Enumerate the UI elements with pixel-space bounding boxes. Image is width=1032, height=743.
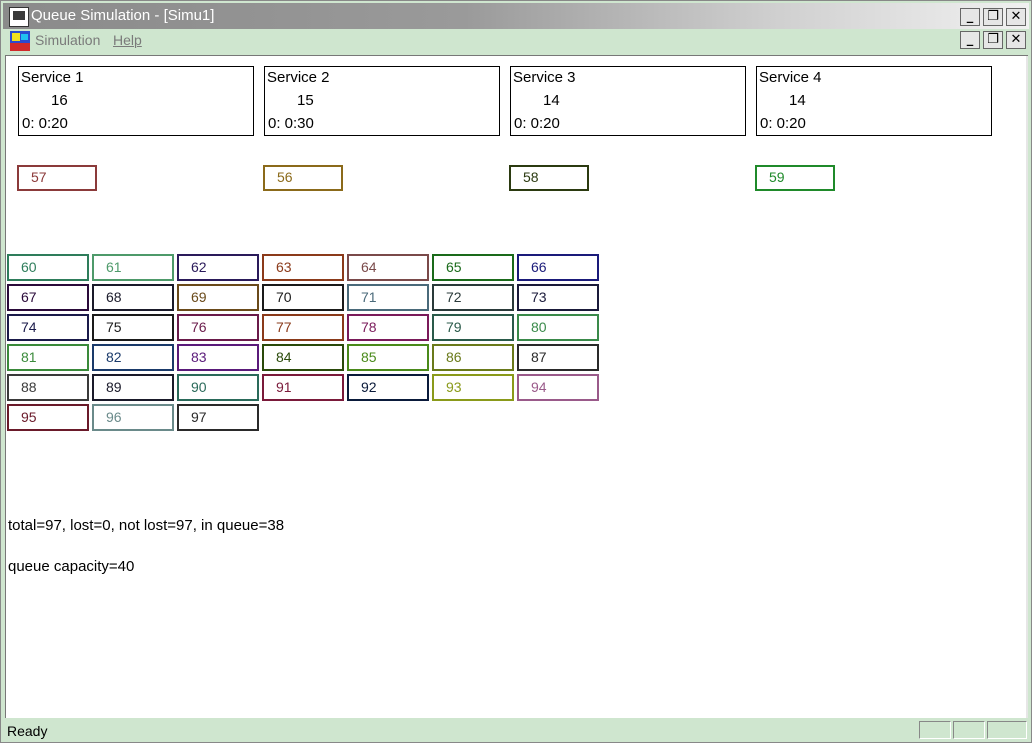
queue-customer: 69 (177, 284, 259, 311)
queue-customer: 86 (432, 344, 514, 371)
queue-customer: 73 (517, 284, 599, 311)
queue-customer: 70 (262, 284, 344, 311)
queue-customer: 76 (177, 314, 259, 341)
queue-customer: 67 (7, 284, 89, 311)
queue-customer: 60 (7, 254, 89, 281)
close-button[interactable]: ✕ (1006, 8, 1026, 26)
title-bar[interactable]: Queue Simulation - [Simu1] _ ❐ ✕ (3, 3, 1029, 29)
queue-customer: 74 (7, 314, 89, 341)
queue-customer: 93 (432, 374, 514, 401)
queue-customer: 62 (177, 254, 259, 281)
queue-customer: 92 (347, 374, 429, 401)
queue-customer: 96 (92, 404, 174, 431)
doc-close-button[interactable]: ✕ (1006, 31, 1026, 49)
service-box-1: Service 1 16 0: 0:20 (18, 66, 254, 136)
queue-customer: 87 (517, 344, 599, 371)
queue-customer: 80 (517, 314, 599, 341)
service-box-4: Service 4 14 0: 0:20 (756, 66, 992, 136)
service-name: Service 4 (759, 69, 822, 86)
status-pane-1 (919, 721, 951, 739)
service-box-3: Service 3 14 0: 0:20 (510, 66, 746, 136)
queue-customer: 95 (7, 404, 89, 431)
serving-customer-4: 59 (755, 165, 835, 191)
minimize-button[interactable]: _ (960, 8, 980, 26)
main-window: Queue Simulation - [Simu1] _ ❐ ✕ Simulat… (0, 0, 1032, 743)
queue-customer: 83 (177, 344, 259, 371)
queue-customer: 61 (92, 254, 174, 281)
service-box-2: Service 2 15 0: 0:30 (264, 66, 500, 136)
app-icon[interactable] (9, 7, 29, 27)
queue-customer: 90 (177, 374, 259, 401)
queue-customer: 88 (7, 374, 89, 401)
service-name: Service 3 (513, 69, 576, 86)
queue-customer: 89 (92, 374, 174, 401)
status-pane-3 (987, 721, 1027, 739)
queue-customer: 66 (517, 254, 599, 281)
stats-summary: total=97, lost=0, not lost=97, in queue=… (8, 517, 285, 534)
serving-customer-3: 58 (509, 165, 589, 191)
service-count: 15 (297, 92, 314, 109)
service-name: Service 1 (21, 69, 84, 86)
queue-customer: 94 (517, 374, 599, 401)
serving-customer-2: 56 (263, 165, 343, 191)
queue-customer: 77 (262, 314, 344, 341)
service-name: Service 2 (267, 69, 330, 86)
doc-restore-button[interactable]: ❐ (983, 31, 1003, 49)
window-title: Queue Simulation - [Simu1] (31, 7, 215, 24)
queue-customer: 79 (432, 314, 514, 341)
status-text: Ready (7, 723, 48, 739)
status-bar: Ready (3, 719, 1029, 741)
service-count: 16 (51, 92, 68, 109)
queue-customer: 78 (347, 314, 429, 341)
queue-customer: 63 (262, 254, 344, 281)
queue-customer: 72 (432, 284, 514, 311)
menu-bar: Simulation Help _ ❐ ✕ (3, 29, 1029, 53)
queue-customer: 75 (92, 314, 174, 341)
service-time: 0: 0:20 (22, 115, 68, 132)
service-count: 14 (543, 92, 560, 109)
queue-customer: 85 (347, 344, 429, 371)
service-time: 0: 0:20 (760, 115, 806, 132)
status-pane-2 (953, 721, 985, 739)
queue-customer: 71 (347, 284, 429, 311)
document-icon[interactable] (9, 30, 31, 52)
queue-customer: 81 (7, 344, 89, 371)
queue-customer: 91 (262, 374, 344, 401)
service-time: 0: 0:30 (268, 115, 314, 132)
service-time: 0: 0:20 (514, 115, 560, 132)
queue-customer: 64 (347, 254, 429, 281)
queue-customer: 68 (92, 284, 174, 311)
service-count: 14 (789, 92, 806, 109)
menu-help[interactable]: Help (113, 32, 142, 48)
menu-simulation[interactable]: Simulation (35, 32, 100, 48)
queue-customer: 84 (262, 344, 344, 371)
serving-customer-1: 57 (17, 165, 97, 191)
canvas-edge (1026, 56, 1028, 718)
queue-customer: 65 (432, 254, 514, 281)
queue-customer: 97 (177, 404, 259, 431)
restore-button[interactable]: ❐ (983, 8, 1003, 26)
simulation-canvas: Service 1 16 0: 0:20 Service 2 15 0: 0:3… (5, 55, 1028, 718)
queue-capacity: queue capacity=40 (8, 558, 135, 575)
queue-customer: 82 (92, 344, 174, 371)
doc-minimize-button[interactable]: _ (960, 31, 980, 49)
